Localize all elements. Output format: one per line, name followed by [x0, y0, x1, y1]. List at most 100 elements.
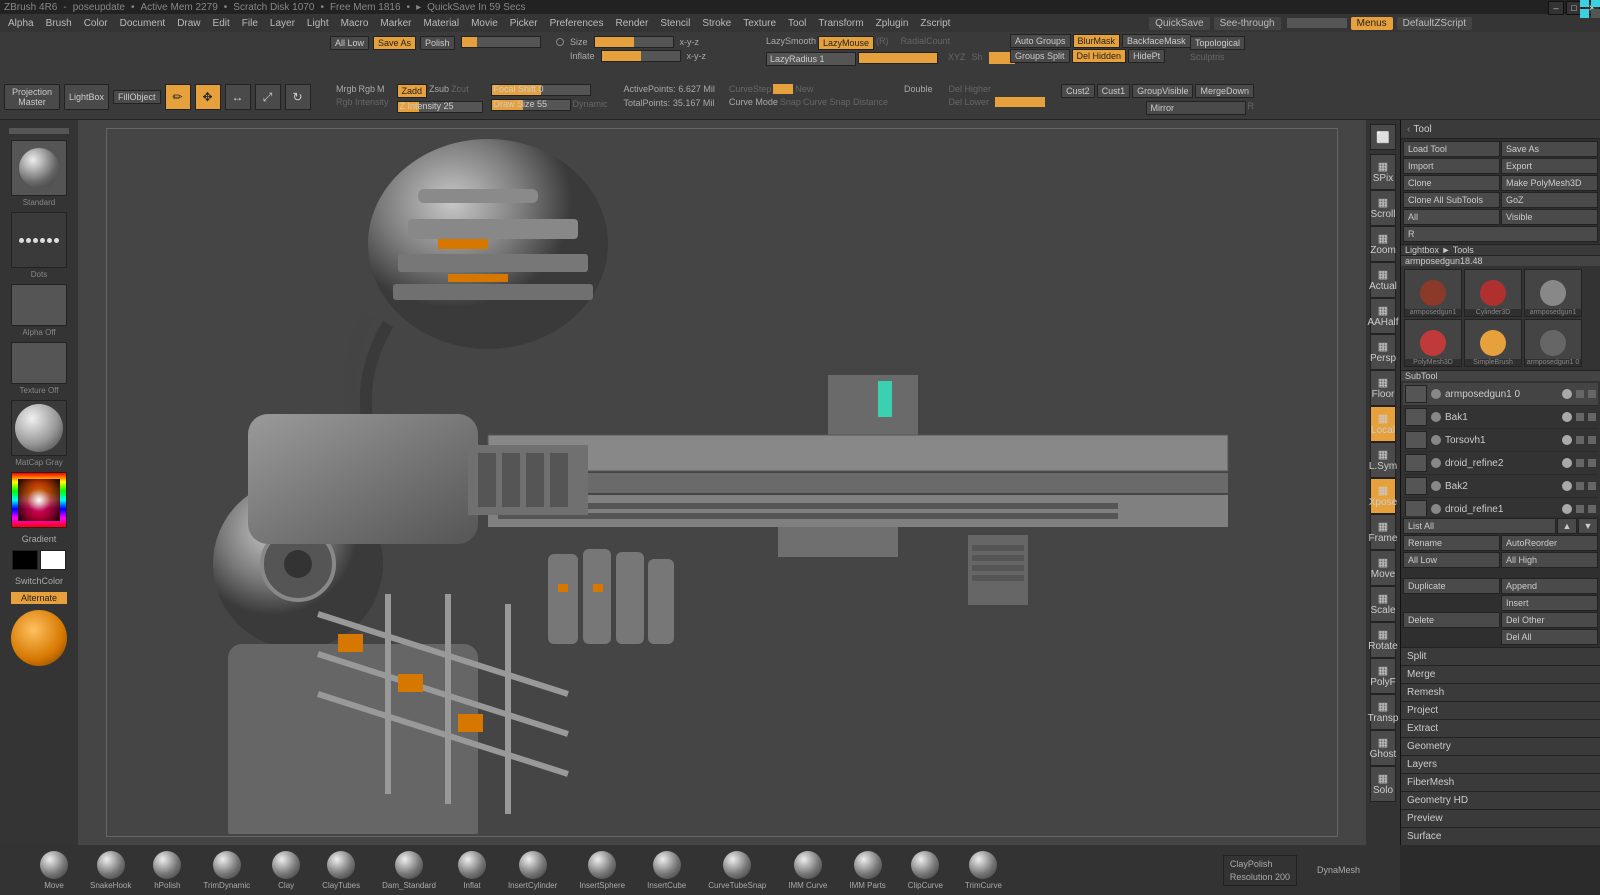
menu-draw[interactable]: Draw [173, 17, 204, 30]
menu-material[interactable]: Material [420, 17, 464, 30]
brush-snakehook[interactable]: SnakeHook [90, 851, 131, 890]
lightbox-tools-header[interactable]: Lightbox ► Tools [1401, 244, 1600, 255]
alternate-button[interactable]: Alternate [11, 592, 67, 604]
zadd-button[interactable]: Zadd [397, 84, 428, 98]
insert-button[interactable]: Insert [1501, 595, 1598, 611]
secondary-color[interactable] [11, 610, 67, 666]
double-button[interactable]: Double [904, 84, 933, 94]
menu-macro[interactable]: Macro [337, 17, 373, 30]
claypolish-button[interactable]: ClayPolish [1230, 859, 1290, 869]
swatch-black[interactable] [12, 550, 38, 570]
brush-trimdynamic[interactable]: TrimDynamic [203, 851, 250, 890]
section-fibermesh[interactable]: FiberMesh [1401, 773, 1600, 791]
shelf-ghost[interactable]: ▦Ghost [1370, 730, 1396, 766]
brush-dam_standard[interactable]: Dam_Standard [382, 851, 436, 890]
visibility-icon[interactable] [1431, 481, 1441, 491]
fillobject-button[interactable]: FillObject [113, 90, 161, 104]
save-as-button[interactable]: Save As [373, 36, 416, 50]
zintensity-slider[interactable]: Z Intensity 25 [397, 101, 483, 113]
menu-document[interactable]: Document [116, 17, 170, 30]
alllow-button[interactable]: All Low [1403, 552, 1500, 568]
shelf-zoom[interactable]: ▦Zoom [1370, 226, 1396, 262]
shelf-solo[interactable]: ▦Solo [1370, 766, 1396, 802]
menu-brush[interactable]: Brush [42, 17, 76, 30]
shelf-aahalf[interactable]: ▦AAHalf [1370, 298, 1396, 334]
section-geometry[interactable]: Geometry [1401, 737, 1600, 755]
lazyradius-field[interactable]: LazyRadius 1 [766, 52, 856, 66]
rgb-button[interactable]: Rgb [359, 84, 376, 94]
move-mode-button[interactable]: ↔ [225, 84, 251, 110]
menu-transform[interactable]: Transform [814, 17, 867, 30]
polish-slider[interactable] [461, 36, 541, 48]
cust1-button[interactable]: Cust1 [1097, 84, 1131, 98]
shelf-floor[interactable]: ▦Floor [1370, 370, 1396, 406]
shelf-frame[interactable]: ▦Frame [1370, 514, 1396, 550]
autoreorder-button[interactable]: AutoReorder [1501, 535, 1598, 551]
shelf-local[interactable]: ▦Local [1370, 406, 1396, 442]
brush-insertsphere[interactable]: InsertSphere [579, 851, 625, 890]
menu-layer[interactable]: Layer [266, 17, 299, 30]
brush-move[interactable]: Move [40, 851, 68, 890]
menu-stroke[interactable]: Stroke [698, 17, 735, 30]
lightbox-button[interactable]: LightBox [64, 84, 109, 110]
brush-clipcurve[interactable]: ClipCurve [908, 851, 943, 890]
switchcolor-button[interactable]: SwitchColor [15, 576, 63, 586]
viewport[interactable] [78, 120, 1366, 845]
brush-claytubes[interactable]: ClayTubes [322, 851, 360, 890]
brush-trimcurve[interactable]: TrimCurve [965, 851, 1002, 890]
size-slider[interactable] [594, 36, 674, 48]
swatch-white[interactable] [40, 550, 66, 570]
menu-color[interactable]: Color [80, 17, 112, 30]
tool-save-as[interactable]: Save As [1501, 141, 1598, 157]
shelf-actual[interactable]: ▦Actual [1370, 262, 1396, 298]
autogroups-button[interactable]: Auto Groups [1010, 34, 1071, 48]
subtool-row[interactable]: droid_refine1 [1403, 498, 1598, 516]
shelf-move[interactable]: ▦Move [1370, 550, 1396, 586]
tool-panel-header[interactable]: ‹ Tool [1401, 120, 1600, 139]
texture-thumb[interactable]: Texture Off [11, 342, 67, 384]
subtool-row[interactable]: Bak1 [1403, 406, 1598, 429]
bpr-button[interactable]: ⬜ [1370, 124, 1396, 150]
subtool-header[interactable]: SubTool [1401, 370, 1600, 381]
toolpick-5[interactable]: armposedgun1 0 [1524, 319, 1582, 367]
color-picker[interactable] [11, 472, 67, 528]
shelf-polyf[interactable]: ▦PolyF [1370, 658, 1396, 694]
visibility-icon[interactable] [1431, 435, 1441, 445]
lazymouse-button[interactable]: LazyMouse [818, 36, 874, 50]
section-surface[interactable]: Surface [1401, 827, 1600, 845]
polish-button[interactable]: Polish [420, 36, 455, 50]
seethrough-slider[interactable] [1287, 18, 1347, 28]
delhidden-button[interactable]: Del Hidden [1072, 49, 1127, 63]
brush-imm parts[interactable]: IMM Parts [849, 851, 885, 890]
menu-file[interactable]: File [238, 17, 262, 30]
focalshift-slider[interactable]: Focal Shift 0 [491, 84, 591, 96]
section-project[interactable]: Project [1401, 701, 1600, 719]
edit-mode-button[interactable]: ✏ [165, 84, 191, 110]
groupssplit-button[interactable]: Groups Split [1010, 49, 1070, 63]
subtool-row[interactable]: armposedgun1 0 [1403, 383, 1598, 406]
visibility-icon[interactable] [1431, 389, 1441, 399]
section-split[interactable]: Split [1401, 647, 1600, 665]
brush-inflat[interactable]: Inflat [458, 851, 486, 890]
tool-make-polymesh3d[interactable]: Make PolyMesh3D [1501, 175, 1598, 191]
brush-clay[interactable]: Clay [272, 851, 300, 890]
menu-picker[interactable]: Picker [506, 17, 542, 30]
tool-load-tool[interactable]: Load Tool [1403, 141, 1500, 157]
toolpick-1[interactable]: Cylinder3D [1464, 269, 1522, 317]
tool-goz[interactable]: GoZ [1501, 192, 1598, 208]
brush-curvetubesnap[interactable]: CurveTubeSnap [708, 851, 766, 890]
menu-seethrough[interactable]: See-through [1214, 17, 1281, 30]
subtool-row[interactable]: Torsovh1 [1403, 429, 1598, 452]
append-button[interactable]: Append [1501, 578, 1598, 594]
toolpick-4[interactable]: SimpleBrush [1464, 319, 1522, 367]
moveup-button[interactable]: ▲ [1557, 518, 1577, 534]
window-min-icon[interactable]: – [1548, 1, 1564, 15]
section-extract[interactable]: Extract [1401, 719, 1600, 737]
menu-edit[interactable]: Edit [209, 17, 234, 30]
menu-render[interactable]: Render [612, 17, 653, 30]
tool-export[interactable]: Export [1501, 158, 1598, 174]
delother-button[interactable]: Del Other [1501, 612, 1598, 628]
zsub-button[interactable]: Zsub [429, 84, 449, 98]
menu-marker[interactable]: Marker [376, 17, 415, 30]
menu-alpha[interactable]: Alpha [4, 17, 38, 30]
